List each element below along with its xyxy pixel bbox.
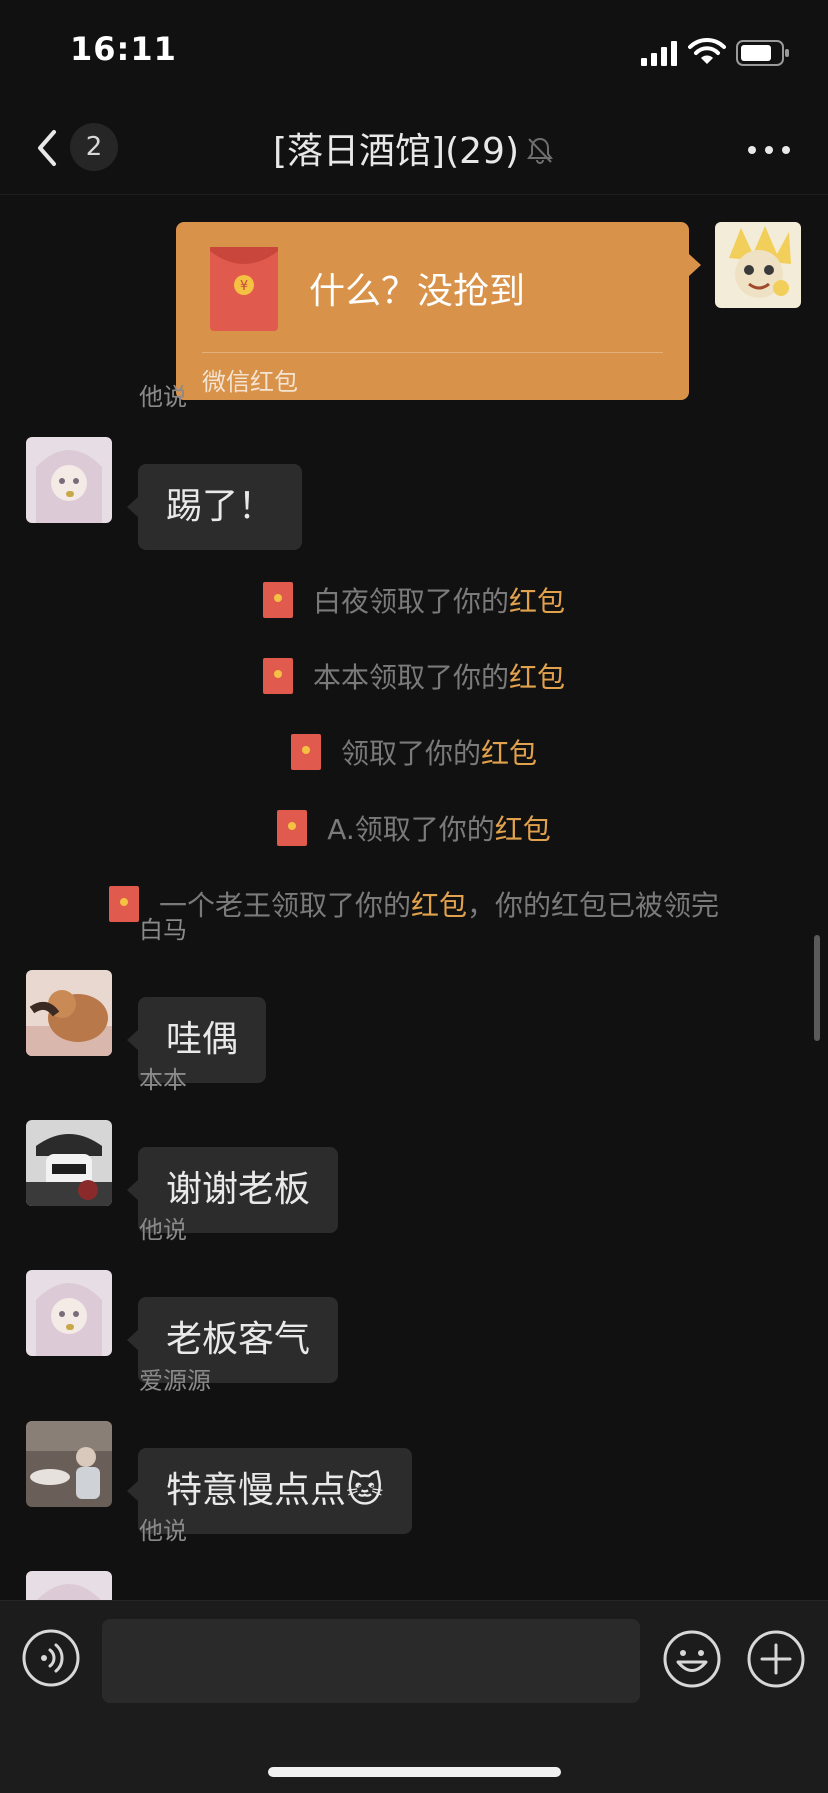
wifi-icon <box>688 37 726 64</box>
sender-name: 爱源源 <box>139 1367 211 1395</box>
home-indicator[interactable] <box>268 1767 561 1777</box>
bell-muted-icon <box>527 137 553 164</box>
message-input[interactable] <box>102 1619 640 1703</box>
voice-icon[interactable] <box>22 1629 80 1687</box>
avatar-tashuo[interactable] <box>26 1571 112 1600</box>
sender-name: 白马 <box>139 916 187 944</box>
notice-suffix: ，你的红包已被领完 <box>467 889 720 922</box>
notice-text: 一个老王领取了你的 <box>158 889 411 922</box>
avatar-benben[interactable] <box>26 1120 112 1206</box>
notice-text: 领取了你的 <box>340 737 481 770</box>
sender-name: 他说 <box>139 383 187 411</box>
my-avatar[interactable] <box>715 222 801 308</box>
emoji-icon[interactable] <box>662 1629 722 1689</box>
avatar-baima[interactable] <box>26 970 112 1056</box>
system-notice: 白夜领取了你的红包 <box>0 580 828 620</box>
input-bar <box>0 1600 828 1793</box>
notice-red-packet-link[interactable]: 红包 <box>509 585 565 618</box>
notice-text: 本本领取了你的 <box>312 661 509 694</box>
more-icon[interactable] <box>744 130 794 170</box>
sender-name: 本本 <box>139 1066 187 1094</box>
status-time: 16:11 <box>70 30 177 68</box>
scrollbar-thumb[interactable] <box>814 935 820 1041</box>
system-notice: 一个老王领取了你的红包，你的红包已被领完 <box>0 884 828 924</box>
red-envelope-icon <box>108 886 139 922</box>
system-notice: A.领取了你的红包 <box>0 808 828 848</box>
red-packet-label: 微信红包 <box>202 368 298 396</box>
svg-text:¥: ¥ <box>240 279 248 294</box>
status-bar: 16:11 <box>0 0 828 100</box>
notice-text: 白夜领取了你的 <box>312 585 509 618</box>
system-notice: 领取了你的红包 <box>0 732 828 772</box>
chat-title: [落日酒馆](29) <box>273 131 519 172</box>
red-envelope-icon <box>262 582 293 618</box>
plus-icon[interactable] <box>746 1629 806 1689</box>
chat-message-list[interactable]: ¥ 什么？没抢到 微信红包 他说 踢了！ 白夜领取了你的红包 本本领取了你的红包… <box>0 195 828 1600</box>
emoji-sticker: 🐱 <box>346 1470 384 1511</box>
sender-name: 他说 <box>139 1517 187 1545</box>
notice-red-packet-link[interactable]: 红包 <box>509 661 565 694</box>
chat-title-wrap[interactable]: [落日酒馆](29) <box>0 122 828 174</box>
avatar-aiyuanyuan[interactable] <box>26 1421 112 1507</box>
message-bubble[interactable]: 踢了！ <box>126 464 303 550</box>
red-packet-card[interactable]: ¥ 什么？没抢到 微信红包 <box>176 222 701 400</box>
notice-red-packet-link[interactable]: 红包 <box>411 889 467 922</box>
notice-red-packet-link[interactable]: 红包 <box>481 737 537 770</box>
signal-icon <box>641 41 677 66</box>
message-text: 特意慢点点 <box>166 1470 347 1511</box>
system-notice: 本本领取了你的红包 <box>0 656 828 696</box>
avatar-tashuo[interactable] <box>26 1270 112 1356</box>
red-envelope-icon <box>262 658 293 694</box>
red-packet-divider <box>202 352 663 353</box>
red-envelope-icon <box>277 810 308 846</box>
red-envelope-icon <box>290 734 321 770</box>
avatar-tashuo[interactable] <box>26 437 112 523</box>
chat-header: 2 [落日酒馆](29) <box>0 100 828 195</box>
red-packet-title: 什么？没抢到 <box>309 271 526 312</box>
notice-red-packet-link[interactable]: 红包 <box>495 813 551 846</box>
red-envelope-icon: ¥ <box>210 247 278 331</box>
notice-text: A.领取了你的 <box>327 813 495 846</box>
sender-name: 他说 <box>139 1216 187 1244</box>
battery-icon <box>736 40 789 66</box>
